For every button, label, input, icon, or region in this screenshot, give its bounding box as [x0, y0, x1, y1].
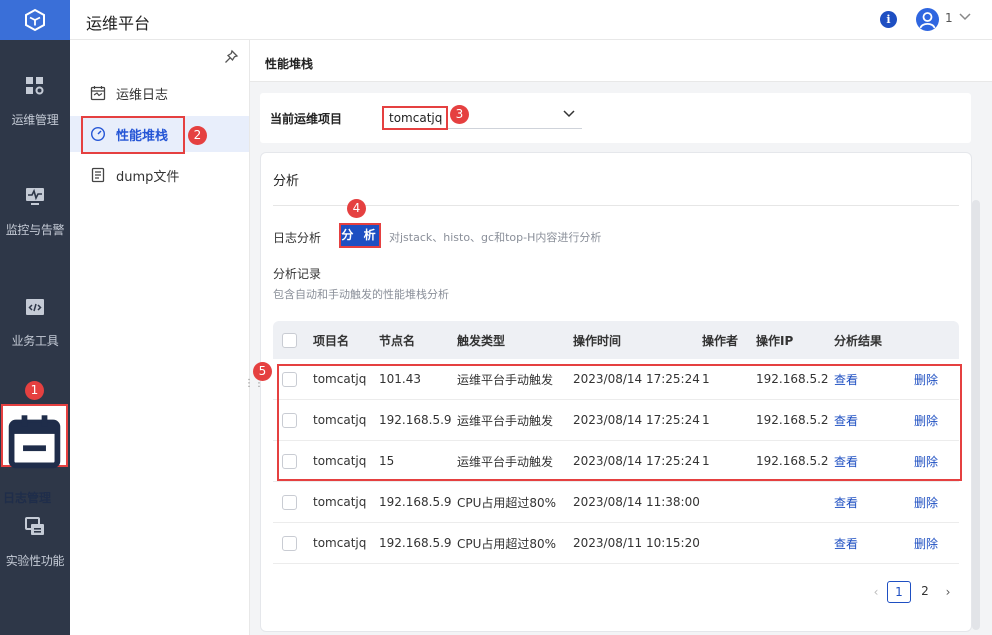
chevron-down-icon[interactable] [958, 9, 972, 23]
page-button[interactable]: 2 [913, 581, 937, 603]
cell-node: 192.168.5.9 [379, 495, 452, 509]
cube-logo-icon [25, 8, 45, 32]
callout-marker: 3 [450, 105, 469, 124]
column-header: 节点名 [379, 333, 416, 348]
column-header: 操作时间 [573, 333, 622, 348]
cell-node: 192.168.5.9 [379, 536, 452, 550]
stacked-window-icon [25, 517, 44, 535]
row-checkbox[interactable] [282, 535, 297, 551]
cell-project: tomcatjq [313, 495, 367, 509]
records-title: 分析记录 [273, 267, 322, 281]
column-header: 项目名 [313, 333, 350, 348]
code-window-icon [26, 299, 44, 315]
nav-item-experimental[interactable]: 实验性功能 [0, 516, 70, 569]
chevron-down-icon [563, 110, 575, 118]
log-calendar-icon [90, 86, 106, 101]
log-analysis-label: 日志分析 [273, 231, 322, 245]
card-title: 分析 [273, 174, 300, 189]
nav-label: 监控与告警 [5, 223, 65, 237]
cell-time: 2023/08/11 10:15:20 [573, 536, 700, 550]
project-label: 当前运维项目 [270, 112, 343, 126]
topbar: 运维平台 i 1 [70, 0, 992, 40]
submenu-label: dump文件 [116, 169, 180, 185]
divider [273, 205, 959, 206]
page-title: 性能堆栈 [265, 57, 314, 71]
analyze-hint: 对jstack、histo、gc和top-H内容进行分析 [389, 231, 602, 244]
callout-marker: 4 [347, 199, 366, 218]
person-icon [919, 12, 936, 29]
monitor-pulse-icon [26, 188, 44, 205]
user-name[interactable]: 1 [945, 11, 953, 25]
table-row: tomcatjq 192.168.5.9 CPU占用超过80% 2023/08/… [273, 523, 959, 564]
nav-label: 实验性功能 [5, 554, 65, 568]
cell-trigger: CPU占用超过80% [457, 495, 557, 510]
nav-item-ops[interactable]: 运维管理 [0, 75, 70, 128]
pin-icon[interactable] [223, 49, 239, 65]
nav-item-logs[interactable]: 日志管理 [1, 404, 68, 505]
callout-marker: 1 [25, 381, 44, 400]
table-header: 项目名 节点名 触发类型 操作时间 操作者 操作IP 分析结果 [273, 321, 959, 359]
submenu-label: 运维日志 [116, 87, 169, 103]
project-value: tomcatjq [382, 106, 448, 130]
nav-label: 运维管理 [11, 113, 59, 127]
select-all-checkbox[interactable] [282, 332, 297, 348]
table-row: tomcatjq 192.168.5.9 CPU占用超过80% 2023/08/… [273, 482, 959, 523]
project-select[interactable]: tomcatjq [382, 103, 582, 130]
calendar-log-icon [8, 415, 61, 469]
document-icon [91, 167, 105, 183]
app-logo[interactable] [0, 0, 70, 40]
records-subtitle: 包含自动和手动触发的性能堆栈分析 [273, 288, 449, 301]
view-link[interactable]: 查看 [834, 482, 858, 522]
highlight-box-rows [277, 364, 962, 481]
app-title: 运维平台 [86, 14, 151, 33]
nav-label: 业务工具 [11, 334, 59, 348]
column-header: 触发类型 [457, 333, 506, 348]
pagination: ‹ 1 2 › [866, 580, 958, 604]
info-icon[interactable]: i [880, 11, 897, 28]
highlight-box-submenu [81, 116, 185, 154]
callout-marker: 2 [188, 126, 207, 145]
page-header: 性能堆栈 [250, 40, 992, 82]
column-header: 操作者 [702, 333, 739, 348]
row-checkbox[interactable] [282, 494, 297, 510]
cell-project: tomcatjq [313, 536, 367, 550]
next-page-button[interactable]: › [938, 585, 958, 599]
sub-menu: 运维日志 性能堆栈 dump文件 [70, 40, 250, 635]
project-selector-card: 当前运维项目 tomcatjq [260, 93, 971, 143]
cell-time: 2023/08/14 11:38:00 [573, 495, 700, 509]
nav-item-tools[interactable]: 业务工具 [0, 296, 70, 349]
view-link[interactable]: 查看 [834, 523, 858, 563]
submenu-item-ops-log[interactable]: 运维日志 [70, 75, 249, 111]
scrollbar[interactable] [972, 200, 980, 630]
prev-page-button[interactable]: ‹ [866, 585, 886, 599]
nav-label: 日志管理 [3, 491, 52, 505]
analyze-button[interactable]: 分 析 [339, 223, 381, 248]
page-button[interactable]: 1 [887, 581, 911, 603]
left-nav: 运维管理 监控与告警 业务工具 日志管理 实验性功能 [0, 0, 70, 635]
delete-link[interactable]: 删除 [914, 523, 938, 563]
callout-marker: 5 [253, 362, 272, 381]
delete-link[interactable]: 删除 [914, 482, 938, 522]
column-header: 分析结果 [834, 333, 883, 348]
cell-trigger: CPU占用超过80% [457, 536, 557, 551]
grid-settings-icon [26, 77, 44, 95]
column-header: 操作IP [756, 333, 794, 348]
nav-item-monitor[interactable]: 监控与告警 [0, 185, 70, 238]
submenu-item-dump[interactable]: dump文件 [70, 157, 249, 193]
user-avatar-icon[interactable] [916, 8, 939, 31]
